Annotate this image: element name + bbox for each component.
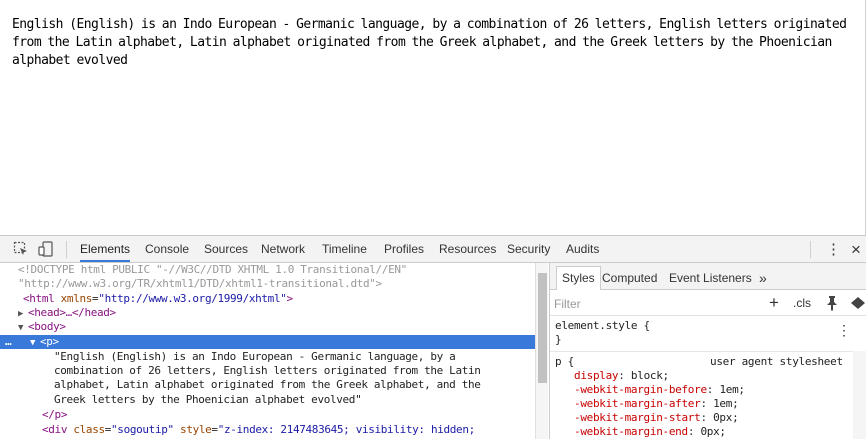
tab-network[interactable]: Network [261, 236, 305, 262]
styles-scrollbar[interactable] [853, 351, 866, 439]
css-prop-value: 1em; [719, 383, 745, 396]
selected-node-row[interactable]: … ▼ <p> [0, 335, 535, 349]
css-prop-value: 1em; [713, 397, 739, 410]
div-tag: <div [42, 423, 68, 436]
html-tag-end: > [286, 292, 294, 305]
p-text-line[interactable]: "English (English) is an Indo European -… [54, 350, 456, 365]
css-prop-line[interactable]: -webkit-margin-before: 1em; [550, 383, 866, 397]
css-prop-value: 0px; [713, 411, 739, 424]
devtools-panel: Elements Console Sources Network Timelin… [0, 235, 866, 439]
tab-profiles[interactable]: Profiles [384, 236, 424, 262]
add-rule-icon[interactable]: + [769, 293, 779, 313]
css-prop-line[interactable]: -webkit-margin-end: 0px; [550, 425, 866, 439]
more-vertical-icon[interactable]: ⋮ [837, 324, 851, 338]
filter-row: + .cls [550, 291, 866, 316]
div-node[interactable]: <div class="sogoutip" style="z-index: 21… [42, 423, 475, 438]
css-prop-line[interactable]: display: block; [550, 369, 866, 383]
head-tag: <head>…</head> [28, 306, 116, 319]
rule-divider [550, 351, 853, 352]
tab-audits[interactable]: Audits [566, 236, 599, 262]
element-style-close: } [555, 333, 562, 346]
tab-console[interactable]: Console [145, 236, 189, 262]
p-close-tag[interactable]: </p> [42, 408, 67, 423]
styles-tabbar: Styles Computed Event Listeners » [550, 263, 866, 290]
html-node[interactable]: <html xmlns="http://www.w3.org/1999/xhtm… [23, 292, 293, 307]
collapse-triangle-icon[interactable]: ▼ [18, 321, 28, 336]
css-prop-value: block; [630, 369, 669, 382]
tab-elements[interactable]: Elements [80, 236, 131, 262]
tab-security[interactable]: Security [507, 236, 550, 262]
p-node: ▼ <p> [30, 335, 59, 351]
css-prop-name: display [574, 369, 619, 382]
styles-filter-input[interactable] [554, 295, 754, 312]
p-tag: <p> [40, 335, 59, 348]
inspect-icon[interactable] [13, 241, 29, 257]
device-mode-icon[interactable] [38, 241, 54, 257]
rule-source: user agent stylesheet [710, 355, 843, 368]
cls-button[interactable]: .cls [793, 296, 811, 310]
css-prop-name: -webkit-margin-end [574, 425, 688, 438]
p-text-line[interactable]: alphabet, Latin alphabet originated from… [54, 378, 481, 393]
selected-ellipsis-icon[interactable]: … [5, 335, 12, 350]
tab-event-listeners[interactable]: Event Listeners [664, 267, 757, 289]
element-style-selector: element.style { [555, 319, 650, 332]
div-attr-name: style [180, 423, 212, 436]
doctype-line-2[interactable]: "http://www.w3.org/TR/xhtml1/DTD/xhtml1-… [18, 277, 382, 292]
page-paragraph: English (English) is an Indo European - … [12, 17, 847, 68]
toolbar-divider [66, 241, 67, 258]
tab-timeline[interactable]: Timeline [322, 236, 367, 262]
p-text-line[interactable]: combination of 26 letters, English lette… [54, 364, 481, 379]
css-prop-line[interactable]: -webkit-margin-after: 1em; [550, 397, 866, 411]
css-prop-name: -webkit-margin-after [574, 397, 701, 410]
dom-tree: <!DOCTYPE html PUBLIC "-//W3C//DTD XHTML… [0, 263, 535, 439]
scrollbar-thumb[interactable] [538, 273, 547, 383]
element-style-rule[interactable]: element.style { } ⋮ [550, 319, 866, 347]
body-node[interactable]: ▼ <body> [18, 320, 66, 336]
div-attr-name: class [73, 423, 105, 436]
html-attr-name: xmlns [60, 292, 93, 305]
pin-icon[interactable] [826, 295, 838, 314]
body-tag: <body> [28, 320, 66, 333]
div-attr-value: "z-index: 2147483645; visibility: hidden… [217, 423, 476, 436]
toolbar-divider [810, 241, 811, 258]
tab-styles[interactable]: Styles [556, 266, 601, 290]
more-tabs-icon[interactable]: » [754, 267, 772, 289]
styles-pane: Styles Computed Event Listeners » + .cls… [549, 263, 866, 439]
css-prop-name: -webkit-margin-before [574, 383, 707, 396]
dom-scrollbar[interactable] [535, 263, 548, 439]
devtools-toolbar: Elements Console Sources Network Timelin… [0, 236, 866, 263]
html-tag: <html [23, 292, 55, 305]
tab-resources[interactable]: Resources [439, 236, 496, 262]
p-text-line[interactable]: Greek letters by the Phoenician alphabet… [54, 393, 362, 408]
close-icon[interactable]: × [851, 236, 861, 263]
div-attr-value: "sogoutip" [111, 423, 174, 436]
tab-computed[interactable]: Computed [597, 267, 662, 289]
more-vertical-icon[interactable]: ⋮ [826, 236, 841, 263]
tab-sources[interactable]: Sources [204, 236, 248, 262]
collapse-triangle-icon[interactable]: ▼ [30, 336, 40, 351]
p-rule[interactable]: p { user agent stylesheet display: block… [550, 355, 866, 439]
css-prop-line[interactable]: -webkit-margin-start: 0px; [550, 411, 866, 425]
css-prop-name: -webkit-margin-start [574, 411, 701, 424]
doctype-line[interactable]: <!DOCTYPE html PUBLIC "-//W3C//DTD XHTML… [18, 263, 407, 278]
html-attr-value: "http://www.w3.org/1999/xhtml" [98, 292, 287, 305]
css-prop-value: 0px; [700, 425, 726, 438]
page-viewport: English (English) is an Indo European - … [0, 0, 866, 235]
element-state-icon[interactable] [850, 296, 866, 313]
